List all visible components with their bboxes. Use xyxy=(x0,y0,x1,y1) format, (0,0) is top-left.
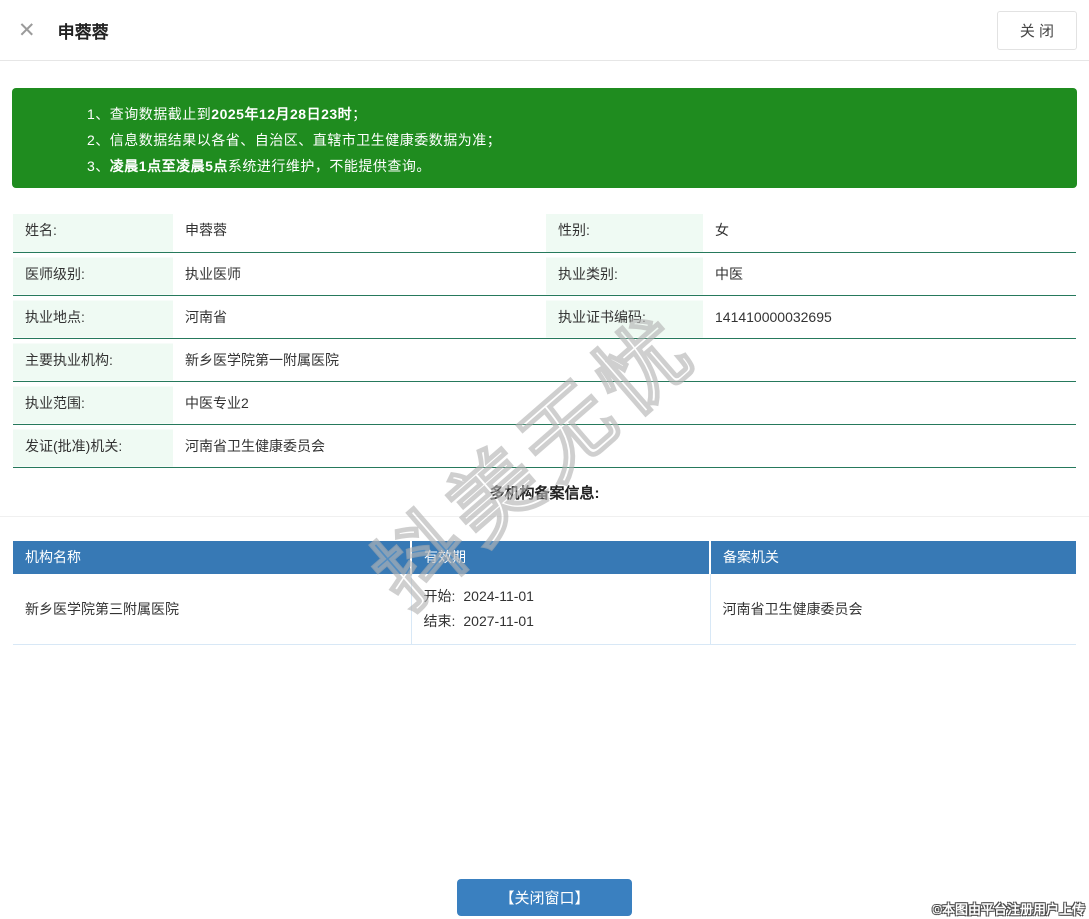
issuing-authority-label: 发证(批准)机关: xyxy=(13,424,173,467)
table-row: 发证(批准)机关: 河南省卫生健康委员会 xyxy=(13,424,1076,467)
notice-banner: 1、查询数据截止到2025年12月28日23时； 2、信息数据结果以各省、自治区… xyxy=(12,88,1077,188)
notice-line-3: 3、凌晨1点至凌晨5点系统进行维护，不能提供查询。 xyxy=(87,153,1057,179)
doctor-level-value: 执业医师 xyxy=(185,265,241,282)
start-date: 2024-11-01 xyxy=(463,587,534,604)
table-row: 新乡医学院第三附属医院 开始: 2024-11-01 结束: 2027-11-01 … xyxy=(13,573,1076,645)
name-label: 姓名: xyxy=(13,209,173,252)
close-icon[interactable]: ✕ xyxy=(12,18,42,43)
notice-line-2-pre: 信息数据结果以各省、自治区、直辖市卫生健康委数据为准； xyxy=(109,132,502,148)
practice-location-label: 执业地点: xyxy=(13,295,173,338)
multi-institution-section-title: 多机构备案信息: xyxy=(0,482,1089,517)
issuing-authority-value: 河南省卫生健康委员会 xyxy=(185,437,325,454)
doctor-info-window: ✕ 申蓉蓉 关 闭 1、查询数据截止到2025年12月28日23时； 2、信息数… xyxy=(0,0,1089,919)
validity-cell: 开始: 2024-11-01 结束: 2027-11-01 xyxy=(411,573,711,645)
notice-line-3-bold: 凌晨1点至凌晨5点 xyxy=(109,158,228,174)
practice-location-value: 河南省 xyxy=(185,308,227,325)
table-header-row: 机构名称 有效期 备案机关 xyxy=(13,540,1076,574)
notice-line-1: 1、查询数据截止到2025年12月28日23时； xyxy=(87,101,1057,127)
gender-value: 女 xyxy=(715,222,729,239)
validity-column-header: 有效期 xyxy=(411,540,711,574)
start-label: 开始: xyxy=(423,587,456,604)
org-name-column-header: 机构名称 xyxy=(13,540,412,574)
footer-bar: 【关闭窗口】 xyxy=(0,879,1089,916)
validity-end: 结束: 2027-11-01 xyxy=(424,609,698,634)
org-name-cell: 新乡医学院第三附属医院 xyxy=(13,573,412,645)
main-institution-label: 主要执业机构: xyxy=(13,338,173,381)
window-header: ✕ 申蓉蓉 关 闭 xyxy=(0,0,1089,61)
record-authority-column-header: 备案机关 xyxy=(710,540,1076,574)
certificate-number-label: 执业证书编码: xyxy=(546,295,703,338)
notice-line-3-num: 3、 xyxy=(87,158,110,174)
notice-line-2-num: 2、 xyxy=(87,132,110,148)
practice-category-value: 中医 xyxy=(715,265,743,282)
main-institution-value: 新乡医学院第一附属医院 xyxy=(185,351,339,368)
record-authority-cell: 河南省卫生健康委员会 xyxy=(710,573,1076,645)
doctor-level-label: 医师级别: xyxy=(13,252,173,295)
notice-line-1-pre: 查询数据截止到 xyxy=(109,106,212,122)
upload-credit-watermark: ©本图由平台注册用户上传 xyxy=(932,902,1085,917)
certificate-number-value: 141410000032695 xyxy=(715,308,832,325)
multi-institution-table: 机构名称 有效期 备案机关 新乡医学院第三附属医院 开始: 2024-11-01 … xyxy=(13,540,1076,645)
notice-line-1-post: ； xyxy=(352,106,367,122)
table-row: 执业范围: 中医专业2 xyxy=(13,381,1076,424)
table-row: 执业地点: 河南省 执业证书编码: 141410000032695 xyxy=(13,295,1076,338)
close-button[interactable]: 关 闭 xyxy=(996,10,1077,50)
page-title: 申蓉蓉 xyxy=(57,22,109,42)
end-label: 结束: xyxy=(423,612,456,629)
table-row: 姓名: 申蓉蓉 性别: 女 xyxy=(13,209,1076,252)
practice-scope-value: 中医专业2 xyxy=(185,394,249,411)
practice-scope-label: 执业范围: xyxy=(13,381,173,424)
notice-line-1-bold: 2025年12月28日23时 xyxy=(211,106,353,122)
table-row: 主要执业机构: 新乡医学院第一附属医院 xyxy=(13,338,1076,381)
notice-line-2: 2、信息数据结果以各省、自治区、直辖市卫生健康委数据为准； xyxy=(87,127,1057,153)
notice-line-3-post: 系统进行维护，不能提供查询。 xyxy=(227,158,431,174)
practitioner-info-table: 姓名: 申蓉蓉 性别: 女 医师级别: 执业医师 执业类别: 中医 执业地点: … xyxy=(13,209,1076,468)
name-value: 申蓉蓉 xyxy=(185,222,227,239)
practice-category-label: 执业类别: xyxy=(546,252,703,295)
table-row: 医师级别: 执业医师 执业类别: 中医 xyxy=(13,252,1076,295)
gender-label: 性别: xyxy=(546,209,703,252)
notice-line-1-num: 1、 xyxy=(87,106,110,122)
validity-start: 开始: 2024-11-01 xyxy=(424,584,698,609)
end-date: 2027-11-01 xyxy=(463,612,534,629)
close-window-button[interactable]: 【关闭窗口】 xyxy=(457,879,632,916)
